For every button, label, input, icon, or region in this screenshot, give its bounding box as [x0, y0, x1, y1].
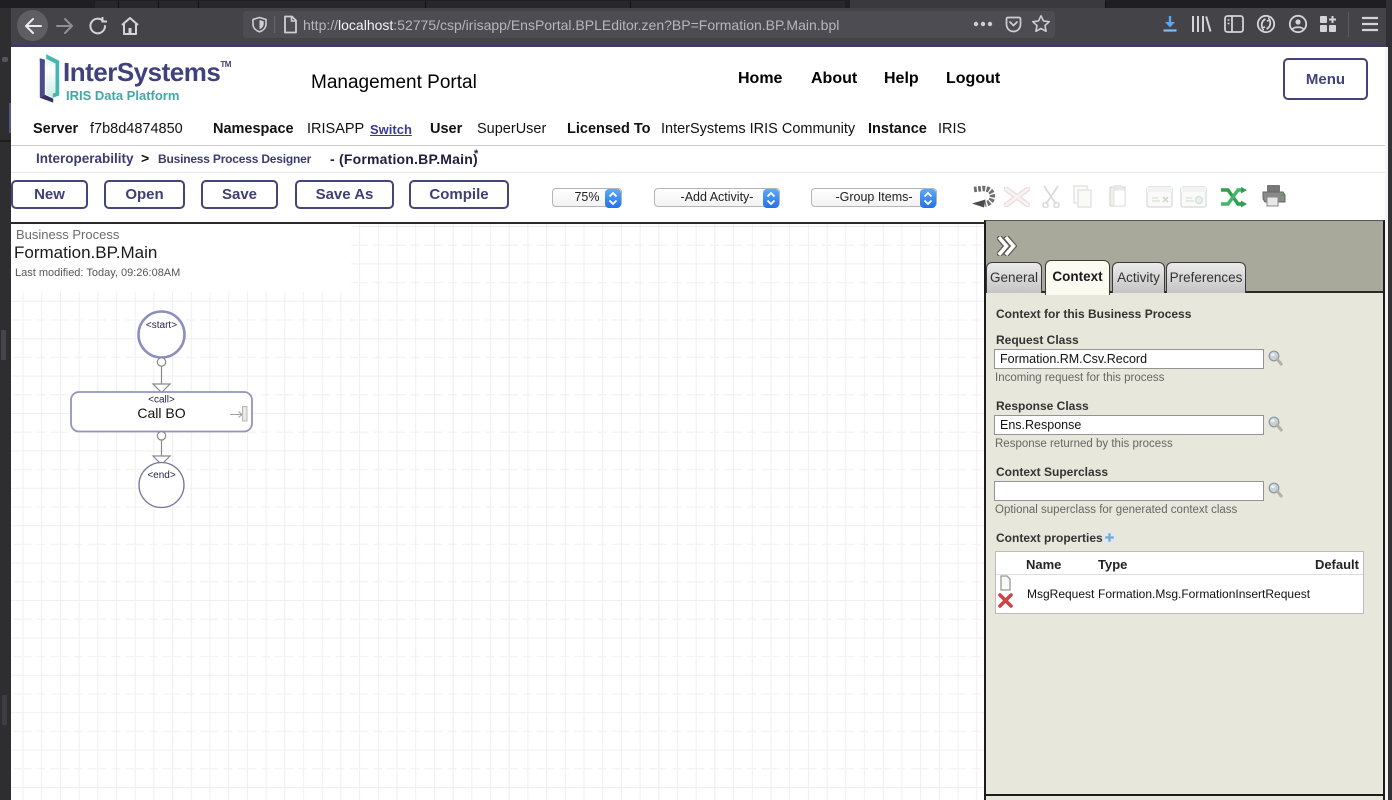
svg-text:<call>: <call>: [148, 395, 175, 406]
svg-text:<start>: <start>: [146, 320, 177, 331]
svg-text:Call BO: Call BO: [137, 405, 185, 421]
svg-text:<end>: <end>: [147, 470, 176, 481]
